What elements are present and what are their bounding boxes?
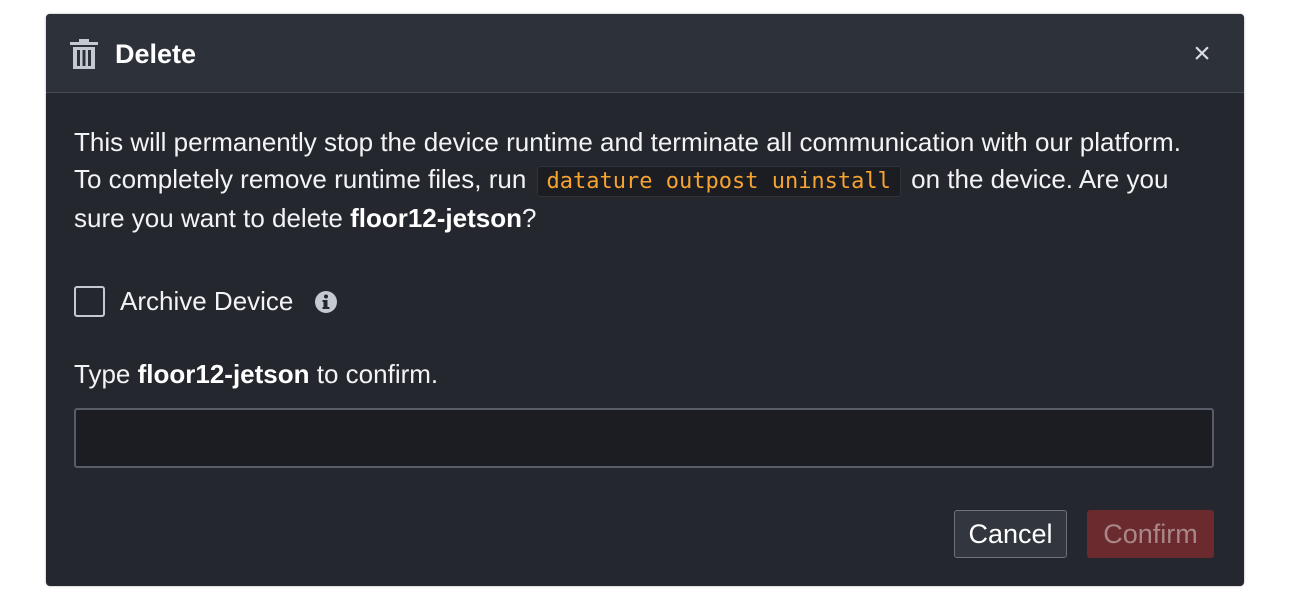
dialog-header: Delete × [46,14,1244,93]
confirm-button[interactable]: Confirm [1087,510,1214,558]
trash-icon [70,39,98,69]
uninstall-command: datature outpost uninstall [536,166,901,197]
device-name-confirm-input[interactable] [74,408,1214,468]
confirm-prefix: Type [74,359,131,389]
confirm-device-name: floor12-jetson [137,359,310,389]
info-circle-icon[interactable] [314,290,338,314]
archive-device-checkbox[interactable] [74,286,105,317]
delete-device-dialog: Delete × This will permanently stop the … [46,14,1244,586]
close-icon[interactable]: × [1187,38,1217,70]
message-text-3: ? [522,203,537,233]
delete-warning-message: This will permanently stop the device ru… [74,124,1194,237]
confirm-suffix: to confirm. [316,359,439,389]
dialog-title: Delete [115,39,197,69]
device-name: floor12-jetson [350,203,522,233]
archive-device-label[interactable]: Archive Device [120,284,293,318]
cancel-button[interactable]: Cancel [954,510,1067,558]
confirm-instruction: Type floor12-jetson to confirm. [74,356,438,392]
